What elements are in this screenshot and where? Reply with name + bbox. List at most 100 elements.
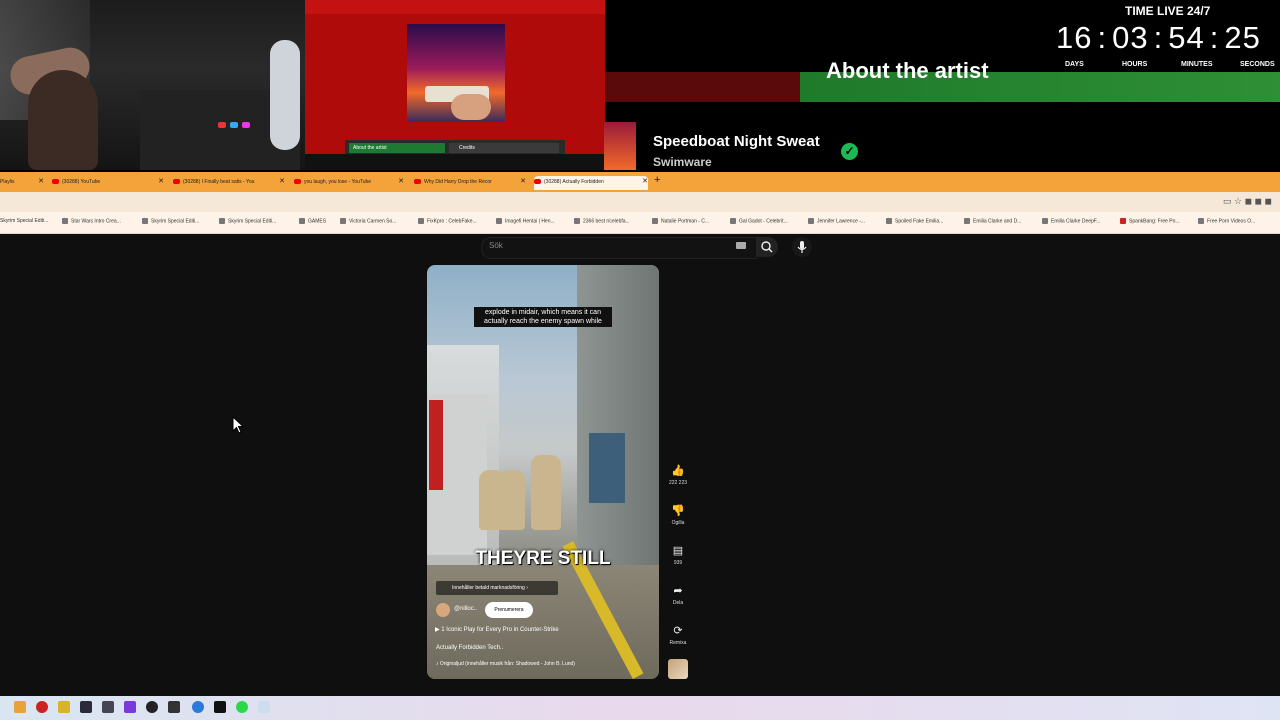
close-icon[interactable]: ✕ bbox=[38, 176, 44, 188]
bookmark-item[interactable]: Imagefi Hentai | Hen... bbox=[496, 218, 555, 224]
clock-label-minutes: MINUTES bbox=[1181, 61, 1213, 68]
red-band bbox=[605, 72, 800, 102]
share-button[interactable]: ➦ Dela bbox=[662, 584, 694, 606]
voice-search-button[interactable] bbox=[792, 237, 812, 257]
search-icon bbox=[761, 241, 773, 253]
paid-promotion-badge[interactable]: Innehåller betald marknadsföring › bbox=[436, 581, 558, 595]
youtube-icon bbox=[52, 179, 59, 185]
taskbar-app-icon[interactable] bbox=[146, 701, 158, 713]
extension-icons[interactable]: ▭ ☆ ◼ ◼ ◼ bbox=[1223, 196, 1272, 207]
video-caption: explode in midair, which means it can ac… bbox=[474, 307, 612, 327]
close-icon[interactable]: ✕ bbox=[398, 176, 404, 188]
taskbar-app-icon[interactable] bbox=[168, 701, 180, 713]
bookmark-icon bbox=[340, 218, 346, 224]
music-tab-about: About the artist bbox=[349, 143, 445, 153]
countdown-clock: 16:03:54:25 bbox=[1056, 20, 1261, 56]
bookmark-item[interactable]: Gal Gadot - Celebrit... bbox=[730, 218, 788, 224]
playlist-link[interactable]: ▶ 1 Iconic Play for Every Pro in Counter… bbox=[435, 626, 559, 633]
taskbar-app-icon[interactable] bbox=[80, 701, 92, 713]
taskbar-app-icon[interactable] bbox=[258, 701, 270, 713]
scene-soldier bbox=[499, 470, 525, 530]
like-count: 222 223 bbox=[668, 480, 688, 486]
taskbar-app-icon[interactable] bbox=[58, 701, 70, 713]
close-icon[interactable]: ✕ bbox=[279, 176, 285, 188]
taskbar-app-icon[interactable] bbox=[14, 701, 26, 713]
taskbar-app-icon[interactable] bbox=[192, 701, 204, 713]
bookmark-icon bbox=[496, 218, 502, 224]
bookmark-item[interactable]: Emilia Clarke DeepF... bbox=[1042, 218, 1100, 224]
bookmark-item[interactable]: Jennifer Lawrence -... bbox=[808, 218, 865, 224]
bookmark-item[interactable]: SpankBang: Free Po... bbox=[1120, 218, 1180, 224]
search-button[interactable] bbox=[756, 237, 778, 257]
browser-tab[interactable]: Playlis ✕ bbox=[0, 176, 44, 190]
cursor-arrow-icon bbox=[232, 416, 244, 434]
tab-label: (30288) YouTube bbox=[62, 179, 101, 185]
led-light bbox=[230, 122, 238, 128]
video-description[interactable]: Actually Forbidden Tech.. bbox=[436, 645, 503, 651]
scene-red-tank bbox=[429, 400, 443, 490]
taskbar-app-icon[interactable] bbox=[124, 701, 136, 713]
tab-label: you laugh, you lose - YouTube bbox=[304, 179, 372, 185]
keyboard-icon[interactable] bbox=[736, 242, 746, 249]
browser-tab[interactable]: Why Did Harry Drop the Recor ✕ bbox=[414, 176, 526, 190]
browser-tab[interactable]: (30288) I Finally beat satis - You ✕ bbox=[173, 176, 285, 190]
browser-tab[interactable]: (30288) YouTube ✕ bbox=[52, 176, 164, 190]
heart-icon bbox=[1120, 218, 1126, 224]
comments-button[interactable]: ▤ 939 bbox=[662, 544, 694, 566]
subscribe-button[interactable]: Prenumerera bbox=[485, 602, 533, 618]
led-light bbox=[242, 122, 250, 128]
clock-days: 16 bbox=[1056, 20, 1093, 55]
channel-avatar[interactable] bbox=[436, 603, 450, 617]
clock-seconds: 25 bbox=[1224, 20, 1261, 55]
bookmark-icon bbox=[62, 218, 68, 224]
audio-link[interactable]: ♪ Originaljud (innehåller musik från: Sh… bbox=[436, 661, 575, 667]
bookmark-item[interactable]: Skyrim Special Editi... bbox=[219, 218, 276, 224]
sound-thumbnail[interactable] bbox=[668, 659, 688, 679]
bookmark-item[interactable]: Star Wars Intro Crea... bbox=[62, 218, 121, 224]
bookmark-icon bbox=[1198, 218, 1204, 224]
search-box[interactable] bbox=[481, 237, 757, 259]
bookmark-item[interactable]: Free Porn Videos O... bbox=[1198, 218, 1255, 224]
dislike-button[interactable]: 👎 Ogilla bbox=[662, 504, 694, 526]
bookmark-item[interactable]: Skyrim Special Editi... bbox=[142, 218, 199, 224]
bookmark-item[interactable]: FixKpro : CelebFake... bbox=[418, 218, 477, 224]
tab-label: Playlis bbox=[0, 179, 15, 185]
bookmark-folder[interactable]: GAMES bbox=[299, 218, 326, 224]
taskbar-app-icon[interactable] bbox=[214, 701, 226, 713]
microphone-icon bbox=[797, 241, 807, 253]
thumbs-down-icon: 👎 bbox=[671, 505, 685, 517]
browser-tab-active[interactable]: (30288) Actually Forbidden ✕ bbox=[534, 176, 648, 190]
clock-separator: : bbox=[1209, 20, 1220, 55]
bookmark-item[interactable]: 2366 best r/celebfa... bbox=[574, 218, 630, 224]
close-icon[interactable]: ✕ bbox=[158, 176, 164, 188]
taskbar-app-icon[interactable] bbox=[236, 701, 248, 713]
taskbar-app-icon[interactable] bbox=[102, 701, 114, 713]
album-art-hand bbox=[451, 94, 491, 120]
bookmark-icon bbox=[808, 218, 814, 224]
youtube-icon bbox=[534, 179, 541, 185]
bookmark-item[interactable]: Spoiled Fake Emilia... bbox=[886, 218, 943, 224]
video-overlay-text: THEYRE STILL bbox=[475, 548, 611, 569]
bookmark-item[interactable]: Natalie Portman - C... bbox=[652, 218, 709, 224]
short-video-player[interactable]: explode in midair, which means it can ac… bbox=[427, 265, 659, 679]
bookmark-item[interactable]: Skyrim Special Editi... bbox=[0, 218, 48, 224]
bookmark-item[interactable]: Emilia Clarke and D... bbox=[964, 218, 1021, 224]
bookmark-icon bbox=[964, 218, 970, 224]
close-icon[interactable]: ✕ bbox=[642, 176, 648, 188]
clock-hours: 03 bbox=[1112, 20, 1149, 55]
remix-label: Remixa bbox=[669, 640, 687, 646]
browser-tab[interactable]: you laugh, you lose - YouTube ✕ bbox=[294, 176, 404, 190]
thumbs-up-icon: 👍 bbox=[671, 465, 685, 477]
new-tab-button[interactable]: + bbox=[654, 174, 660, 186]
search-input[interactable]: Sök bbox=[489, 241, 503, 250]
remix-button[interactable]: ⟳ Remixa bbox=[662, 624, 694, 646]
scene-soldier bbox=[531, 455, 561, 530]
bookmark-item[interactable]: Victoria Carmen So... bbox=[340, 218, 396, 224]
channel-name[interactable]: @nilloc.. bbox=[454, 606, 477, 612]
bookmark-icon bbox=[142, 218, 148, 224]
dislike-label: Ogilla bbox=[671, 520, 685, 526]
music-tab-credits: Credits bbox=[449, 143, 559, 153]
taskbar-app-icon[interactable] bbox=[36, 701, 48, 713]
close-icon[interactable]: ✕ bbox=[520, 176, 526, 188]
like-button[interactable]: 👍 222 223 bbox=[662, 464, 694, 486]
